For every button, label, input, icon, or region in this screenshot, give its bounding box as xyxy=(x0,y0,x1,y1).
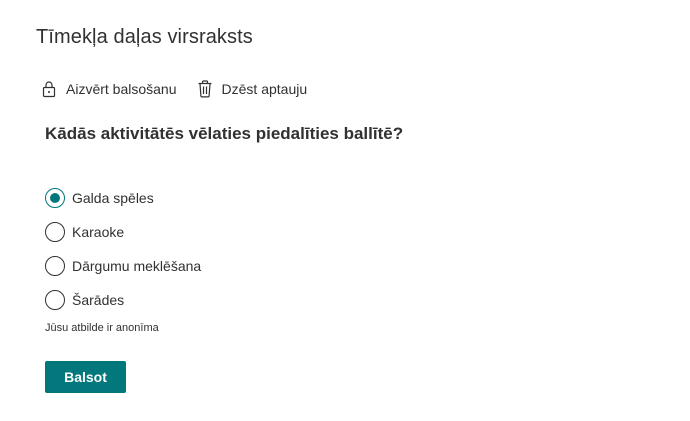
vote-button[interactable]: Balsot xyxy=(45,361,126,393)
poll-web-part: Tīmekļa daļas virsraksts Aizvērt balsoša… xyxy=(0,0,690,421)
poll-option-galda-speles[interactable]: Galda spēles xyxy=(45,186,201,210)
poll-question: Kādās aktivitātēs vēlaties piedalīties b… xyxy=(45,124,404,143)
option-label: Karaoke xyxy=(72,224,125,240)
radio-button-selected[interactable] xyxy=(45,188,65,208)
web-part-title: Tīmekļa daļas virsraksts xyxy=(36,26,253,48)
option-label: Dārgumu meklēšana xyxy=(72,258,202,274)
poll-option-sarades[interactable]: Šarādes xyxy=(45,288,201,312)
close-voting-button[interactable]: Aizvērt balsošanu xyxy=(41,80,177,98)
poll-option-karaoke[interactable]: Karaoke xyxy=(45,220,201,244)
radio-button[interactable] xyxy=(45,256,65,276)
poll-option-dargumu-meklesana[interactable]: Dārgumu meklēšana xyxy=(45,254,201,278)
close-voting-label: Aizvērt balsošanu xyxy=(66,81,177,97)
radio-button[interactable] xyxy=(45,222,65,242)
trash-icon xyxy=(197,80,213,98)
radio-button[interactable] xyxy=(45,290,65,310)
delete-survey-label: Dzēst aptauju xyxy=(221,81,308,97)
lock-icon xyxy=(41,80,57,98)
option-label: Galda spēles xyxy=(72,190,154,206)
poll-toolbar: Aizvērt balsošanu Dzēst aptauju xyxy=(41,78,327,100)
delete-survey-button[interactable]: Dzēst aptauju xyxy=(197,80,308,98)
poll-options: Galda spēles Karaoke Dārgumu meklēšana Š… xyxy=(45,186,201,322)
anonymous-note: Jūsu atbilde ir anonīma xyxy=(45,322,159,334)
option-label: Šarādes xyxy=(72,292,125,308)
